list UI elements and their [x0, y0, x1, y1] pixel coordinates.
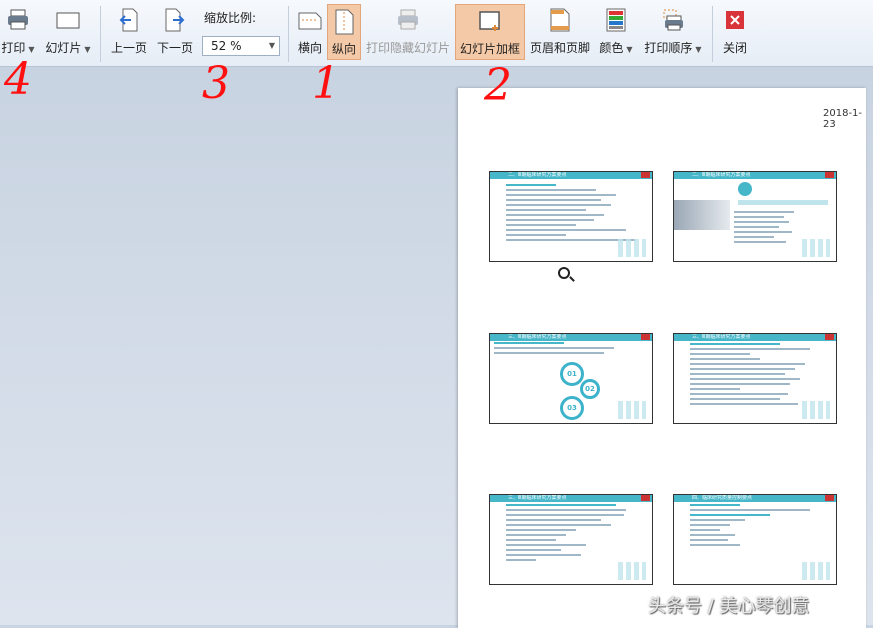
slide-decoration — [802, 401, 830, 419]
zoom-cursor-icon — [558, 267, 570, 279]
slide-decoration — [618, 239, 646, 257]
separator — [712, 6, 713, 62]
watermark: 头条号 / 美心琴创意 — [648, 596, 810, 617]
chevron-down-icon: ▼ — [626, 45, 633, 54]
zoom-select[interactable]: 52 % ▼ — [202, 36, 280, 56]
header-footer-button[interactable]: 页眉和页脚 — [528, 4, 592, 60]
print-order-label: 打印顺序 — [644, 41, 693, 55]
slides-button[interactable]: 幻灯片 ▼ — [42, 4, 94, 60]
slide-title: 三、Ⅲ期临床研究方案要点 — [692, 334, 751, 340]
logo-icon — [825, 172, 834, 178]
chevron-down-icon: ▼ — [84, 45, 91, 54]
annotation-number: 4 — [4, 54, 32, 105]
slide-text-lines — [674, 495, 836, 546]
slide-title: 二、Ⅲ期临床研究方案要点 — [692, 172, 751, 178]
chevron-down-icon: ▼ — [268, 41, 275, 50]
slide-banner — [738, 200, 828, 205]
landscape-button[interactable]: 横向 — [294, 4, 326, 60]
slide-decoration — [618, 562, 646, 580]
slide-title: 三、Ⅲ期临床研究方案要点 — [508, 495, 567, 501]
close-button[interactable]: 关闭 — [718, 4, 752, 60]
color-palette-icon — [604, 8, 628, 34]
logo-icon — [641, 495, 650, 501]
slide-decoration — [802, 239, 830, 257]
slide-title: 三、Ⅲ期临床研究方案要点 — [508, 334, 567, 340]
annotation-number: 3 — [202, 58, 230, 109]
portrait-icon — [332, 9, 356, 35]
print-hidden-icon — [396, 8, 420, 34]
slide-thumbnail[interactable]: 二、Ⅲ期临床研究方案要点 — [673, 171, 837, 262]
gear-icon: 01 — [560, 362, 584, 386]
next-page-icon — [163, 8, 187, 34]
slide-thumbnail[interactable]: 三、Ⅲ期临床研究方案要点 01 02 03 — [489, 333, 653, 424]
slide-title: 二、Ⅲ期临床研究方案要点 — [508, 172, 567, 178]
print-button[interactable]: 打印 ▼ — [0, 4, 36, 60]
portrait-label: 纵向 — [331, 42, 356, 56]
next-page-label: 下一页 — [156, 41, 193, 55]
annotation-number: 2 — [484, 60, 512, 111]
slides-label: 幻灯片 — [45, 41, 82, 55]
logo-icon — [641, 172, 650, 178]
gear-icon: 03 — [560, 396, 584, 420]
logo-icon — [641, 334, 650, 340]
print-label: 打印 — [1, 41, 26, 55]
print-hidden-slides-button[interactable]: 打印隐藏幻灯片 — [364, 4, 452, 60]
color-label: 颜色 — [599, 41, 624, 55]
slide-thumbnail[interactable]: 四、临床研究质量控制要点 — [673, 494, 837, 585]
prev-page-icon — [117, 8, 141, 34]
slide-icon — [56, 8, 80, 34]
print-order-icon — [661, 8, 685, 34]
slide-thumbnail[interactable]: 三、Ⅲ期临床研究方案要点 — [673, 333, 837, 424]
slide-image — [674, 200, 730, 230]
portrait-button[interactable]: 纵向 — [327, 4, 361, 60]
header-footer-icon — [548, 8, 572, 34]
print-order-button[interactable]: 打印顺序 ▼ — [641, 4, 705, 60]
slide-thumbnail[interactable]: 二、Ⅲ期临床研究方案要点 — [489, 171, 653, 262]
gear-icon: 02 — [580, 379, 600, 399]
color-button[interactable]: 颜色 ▼ — [596, 4, 636, 60]
slide-thumbnail[interactable]: 三、Ⅲ期临床研究方案要点 — [489, 494, 653, 585]
print-hidden-label: 打印隐藏幻灯片 — [365, 41, 450, 55]
page-date: 2018-1-23 — [823, 108, 863, 130]
prev-page-button[interactable]: 上一页 — [108, 4, 150, 60]
logo-icon — [825, 495, 834, 501]
slide-decoration — [802, 562, 830, 580]
print-preview-toolbar: 打印 ▼ 幻灯片 ▼ 上一页 下一页 缩放比例: 52 % ▼ 横向 纵向 打印… — [0, 0, 873, 67]
prev-page-label: 上一页 — [110, 41, 147, 55]
separator — [288, 6, 289, 62]
header-footer-label: 页眉和页脚 — [529, 41, 590, 55]
separator — [100, 6, 101, 62]
slide-text-lines — [674, 334, 836, 405]
frame-slide-icon — [478, 9, 502, 35]
logo-icon — [825, 334, 834, 340]
next-page-button[interactable]: 下一页 — [154, 4, 196, 60]
close-icon — [723, 8, 747, 34]
slide-decoration — [618, 401, 646, 419]
zoom-value: 52 % — [211, 39, 242, 53]
frame-slides-button[interactable]: 幻灯片加框 — [455, 4, 525, 60]
frame-slides-label: 幻灯片加框 — [459, 42, 520, 56]
slide-title: 四、临床研究质量控制要点 — [692, 495, 753, 501]
landscape-icon — [298, 8, 322, 34]
slide-text-lines — [490, 495, 652, 561]
close-label: 关闭 — [722, 41, 747, 55]
slide-circle-icon — [738, 182, 752, 196]
chevron-down-icon: ▼ — [28, 45, 35, 54]
zoom-label: 缩放比例: — [204, 11, 257, 25]
annotation-number: 1 — [312, 58, 340, 109]
slide-text-lines — [734, 208, 794, 243]
landscape-label: 横向 — [297, 41, 322, 55]
chevron-down-icon: ▼ — [695, 45, 702, 54]
slide-text-lines — [490, 172, 652, 241]
printer-icon — [6, 8, 30, 34]
